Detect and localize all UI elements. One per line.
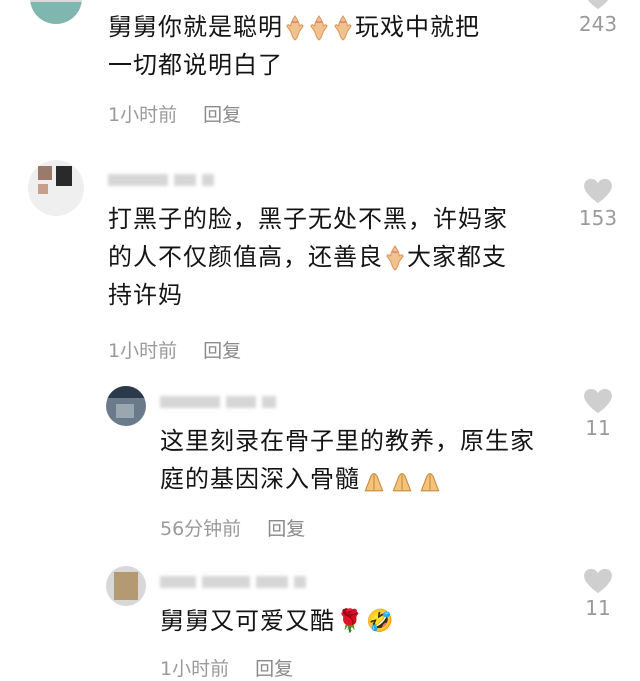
avatar[interactable] xyxy=(106,386,146,426)
avatar[interactable] xyxy=(30,0,82,24)
comment-meta: 1小时前 回复 xyxy=(108,100,241,127)
praying-hands-icon xyxy=(389,467,415,493)
comment-2: 打黑子的脸，黑子无处不黑，许妈家 的人不仅颜值高，还善良 大家都支 持许妈 1小时… xyxy=(0,150,640,372)
username[interactable] xyxy=(108,172,214,188)
comment-text: 舅舅又可爱又酷🌹🤣 xyxy=(160,602,580,641)
comment-meta: 56分钟前 回复 xyxy=(160,514,305,541)
like-button[interactable]: 11 xyxy=(572,388,624,440)
reply-button[interactable]: 回复 xyxy=(267,518,305,540)
username[interactable] xyxy=(160,394,276,410)
timestamp: 1小时前 xyxy=(108,104,178,126)
reply-button[interactable]: 回复 xyxy=(203,340,241,362)
heart-icon xyxy=(583,178,613,204)
heart-icon xyxy=(583,0,613,10)
avatar[interactable] xyxy=(28,160,84,216)
like-count: 11 xyxy=(585,596,611,620)
praying-hands-icon xyxy=(417,467,443,493)
praying-hands-icon xyxy=(361,467,387,493)
comment-1: 舅舅你就是聪明 玩戏中就把 一切都说明白了 1小时前 回复 243 xyxy=(0,0,640,140)
laughing-face-icon: 🤣 xyxy=(366,609,395,634)
timestamp: 1小时前 xyxy=(160,658,230,680)
like-count: 243 xyxy=(578,12,618,36)
rose-icon: 🌹 xyxy=(336,609,365,634)
comment-text: 舅舅你就是聪明 玩戏中就把 一切都说明白了 xyxy=(108,13,480,79)
heart-hands-icon xyxy=(284,15,306,41)
comment-4: 舅舅又可爱又酷🌹🤣 1小时前 回复 11 xyxy=(0,560,640,681)
like-count: 11 xyxy=(585,416,611,440)
heart-hands-icon xyxy=(308,15,330,41)
comment-meta: 1小时前 回复 xyxy=(108,336,241,363)
comment-text: 这里刻录在骨子里的教养，原生家 庭的基因深入骨髓 xyxy=(160,427,535,493)
heart-hands-icon xyxy=(332,15,354,41)
heart-icon xyxy=(583,388,613,414)
avatar[interactable] xyxy=(106,566,146,606)
timestamp: 56分钟前 xyxy=(160,518,242,540)
comment-3: 这里刻录在骨子里的教养，原生家 庭的基因深入骨髓 56分钟前 回复 11 xyxy=(0,382,640,552)
comment-text: 打黑子的脸，黑子无处不黑，许妈家 的人不仅颜值高，还善良 大家都支 持许妈 xyxy=(108,205,508,309)
heart-icon xyxy=(583,568,613,594)
like-count: 153 xyxy=(578,206,618,230)
comment-meta: 1小时前 回复 xyxy=(160,654,293,681)
username[interactable] xyxy=(160,574,306,590)
reply-button[interactable]: 回复 xyxy=(203,104,241,126)
timestamp: 1小时前 xyxy=(108,340,178,362)
like-button[interactable]: 243 xyxy=(572,0,624,36)
heart-hands-icon xyxy=(384,245,406,271)
reply-button[interactable]: 回复 xyxy=(255,658,293,680)
like-button[interactable]: 153 xyxy=(572,178,624,230)
like-button[interactable]: 11 xyxy=(572,568,624,620)
